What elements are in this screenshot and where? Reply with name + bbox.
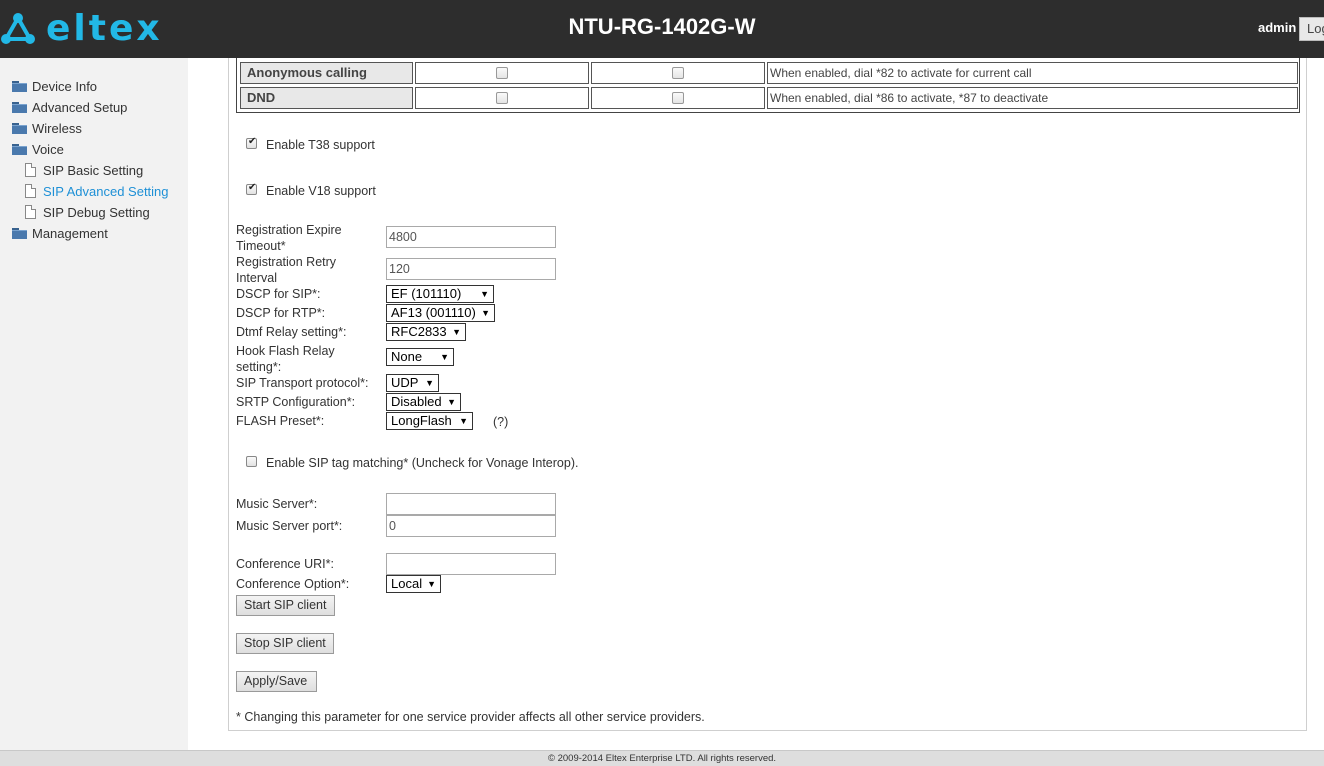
feature-cell	[415, 87, 589, 109]
dropdown-arrow-icon: ▼	[480, 289, 489, 299]
dtmf-label: Dtmf Relay setting*:	[236, 325, 347, 339]
v18-checkbox[interactable]	[246, 182, 257, 195]
open-folder-icon	[12, 143, 27, 155]
sidebar-item-voice[interactable]: Voice	[12, 139, 64, 159]
feature-description: When enabled, dial *86 to activate, *87 …	[767, 87, 1298, 109]
hook-flash-label: Hook Flash Relay setting*:	[236, 344, 335, 374]
table-row: DND When enabled, dial *86 to activate, …	[237, 87, 1301, 109]
transport-label: SIP Transport protocol*:	[236, 376, 369, 390]
reg-expire-label: Registration Expire Timeout*	[236, 223, 342, 253]
sidebar-item-label: Management	[32, 225, 108, 241]
stop-sip-client-button[interactable]: Stop SIP client	[236, 633, 334, 654]
music-server-input[interactable]	[386, 493, 556, 515]
feature-table: Anonymous calling When enabled, dial *82…	[236, 58, 1300, 113]
select-value: EF (101110)	[391, 286, 462, 301]
feature-name: Anonymous calling	[240, 62, 413, 84]
select-value: None	[391, 349, 423, 364]
flash-help-link[interactable]: (?)	[493, 414, 508, 430]
sidebar-item-label: SIP Basic Setting	[43, 162, 144, 178]
dnd-checkbox-1[interactable]	[496, 92, 508, 104]
flash-preset-select[interactable]: LongFlash ▼	[386, 412, 473, 430]
v18-label: Enable V18 support	[266, 184, 376, 198]
dropdown-arrow-icon: ▼	[452, 327, 461, 337]
music-port-label: Music Server port*:	[236, 519, 343, 533]
dtmf-select[interactable]: RFC2833 ▼	[386, 323, 466, 341]
dropdown-arrow-icon: ▼	[447, 397, 456, 407]
conf-uri-input[interactable]	[386, 553, 556, 575]
device-title: NTU-RG-1402G-W	[568, 14, 756, 39]
sidebar-item-sip-advanced[interactable]: SIP Advanced Setting	[25, 181, 169, 201]
sidebar-item-label: SIP Advanced Setting	[43, 183, 169, 199]
hook-flash-select[interactable]: None ▼	[386, 348, 454, 366]
select-value: Local	[391, 576, 423, 591]
select-value: LongFlash	[391, 413, 452, 428]
footer-copyright: © 2009-2014 Eltex Enterprise LTD. All ri…	[0, 750, 1324, 766]
apply-save-button[interactable]: Apply/Save	[236, 671, 317, 692]
dropdown-arrow-icon: ▼	[425, 378, 434, 388]
dscp-sip-select[interactable]: EF (101110) ▼	[386, 285, 494, 303]
sidebar-item-wireless[interactable]: Wireless	[12, 118, 82, 138]
select-value: AF13 (001110)	[391, 305, 476, 320]
page-icon	[25, 184, 36, 198]
select-value: UDP	[391, 375, 419, 390]
dscp-rtp-label: DSCP for RTP*:	[236, 306, 326, 320]
sidebar-item-label: Voice	[32, 141, 64, 157]
logout-button[interactable]: Log	[1299, 17, 1324, 41]
music-port-input[interactable]: 0	[386, 515, 556, 537]
sip-tag-checkbox[interactable]	[246, 456, 257, 467]
dscp-rtp-select[interactable]: AF13 (001110) ▼	[386, 304, 495, 322]
dropdown-arrow-icon: ▼	[481, 308, 490, 318]
music-server-label: Music Server*:	[236, 497, 318, 511]
folder-icon	[12, 80, 27, 92]
transport-select[interactable]: UDP ▼	[386, 374, 439, 392]
sidebar-item-label: Wireless	[32, 120, 82, 136]
select-value: RFC2833	[391, 324, 447, 339]
folder-icon	[12, 101, 27, 113]
sidebar-item-management[interactable]: Management	[12, 223, 108, 243]
top-header: eltex NTU-RG-1402G-W admin Log	[0, 0, 1324, 58]
sidebar-item-device-info[interactable]: Device Info	[12, 76, 97, 96]
start-sip-client-button[interactable]: Start SIP client	[236, 595, 335, 616]
t38-label: Enable T38 support	[266, 138, 375, 152]
sidebar: Device Info Advanced Setup Wireless Voic…	[0, 58, 188, 750]
t38-checkbox[interactable]	[246, 136, 257, 149]
table-row: Anonymous calling When enabled, dial *82…	[237, 62, 1301, 84]
feature-description: When enabled, dial *82 to activate for c…	[767, 62, 1298, 84]
conf-option-label: Conference Option*:	[236, 577, 350, 591]
dropdown-arrow-icon: ▼	[427, 579, 436, 589]
sidebar-item-label: SIP Debug Setting	[43, 204, 150, 220]
select-value: Disabled	[391, 394, 442, 409]
page-icon	[25, 205, 36, 219]
feature-cell	[591, 62, 765, 84]
flash-preset-label: FLASH Preset*:	[236, 414, 325, 428]
page-icon	[25, 163, 36, 177]
sidebar-item-advanced-setup[interactable]: Advanced Setup	[12, 97, 127, 117]
folder-icon	[12, 122, 27, 134]
current-user: admin	[1258, 20, 1297, 35]
reg-expire-input[interactable]: 4800	[386, 226, 556, 248]
dscp-sip-label: DSCP for SIP*:	[236, 287, 321, 301]
reg-retry-label: Registration Retry Interval	[236, 255, 337, 285]
sidebar-item-label: Device Info	[32, 78, 98, 94]
dropdown-arrow-icon: ▼	[440, 352, 449, 362]
srtp-select[interactable]: Disabled ▼	[386, 393, 461, 411]
anonymous-calling-checkbox-2[interactable]	[672, 67, 684, 79]
feature-cell	[591, 87, 765, 109]
sidebar-item-sip-debug[interactable]: SIP Debug Setting	[25, 202, 150, 222]
dnd-checkbox-2[interactable]	[672, 92, 684, 104]
folder-icon	[12, 227, 27, 239]
anonymous-calling-checkbox-1[interactable]	[496, 67, 508, 79]
footnote: * Changing this parameter for one servic…	[236, 710, 705, 724]
sidebar-item-sip-basic[interactable]: SIP Basic Setting	[25, 160, 143, 180]
sip-tag-label: Enable SIP tag matching* (Uncheck for Vo…	[266, 456, 579, 470]
srtp-label: SRTP Configuration*:	[236, 395, 356, 409]
reg-retry-input[interactable]: 120	[386, 258, 556, 280]
feature-cell	[415, 62, 589, 84]
conf-option-select[interactable]: Local ▼	[386, 575, 441, 593]
dropdown-arrow-icon: ▼	[459, 416, 468, 426]
feature-name: DND	[240, 87, 413, 109]
conf-uri-label: Conference URI*:	[236, 557, 334, 571]
sidebar-item-label: Advanced Setup	[32, 99, 128, 115]
